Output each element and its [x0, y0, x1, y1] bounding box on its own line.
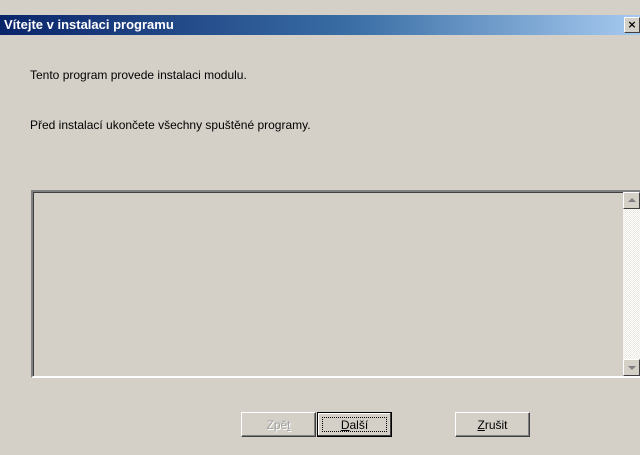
cancel-button-label: Zrušit — [477, 417, 508, 432]
info-text-area[interactable] — [31, 190, 640, 378]
arrow-down-icon — [628, 366, 636, 370]
back-button[interactable]: Zpět — [241, 412, 316, 437]
back-button-label: Zpět — [266, 417, 291, 432]
close-icon: × — [627, 18, 637, 31]
window-title: Vítejte v instalaci programu — [4, 17, 174, 32]
intro-text: Tento program provede instalaci modulu. — [30, 68, 247, 82]
cancel-button[interactable]: Zrušit — [455, 412, 530, 437]
scroll-down-button[interactable] — [623, 359, 640, 376]
instruction-text: Před instalací ukončete všechny spuštěné… — [30, 118, 311, 132]
vertical-scrollbar[interactable] — [623, 192, 640, 376]
title-bar[interactable]: Vítejte v instalaci programu × — [0, 15, 640, 35]
close-button[interactable]: × — [624, 17, 640, 33]
next-button-label: Další — [340, 417, 369, 432]
arrow-up-icon — [628, 198, 636, 202]
next-button[interactable]: Další — [317, 412, 392, 437]
scroll-up-button[interactable] — [623, 192, 640, 209]
installer-window: Vítejte v instalaci programu × Tento pro… — [0, 0, 640, 455]
